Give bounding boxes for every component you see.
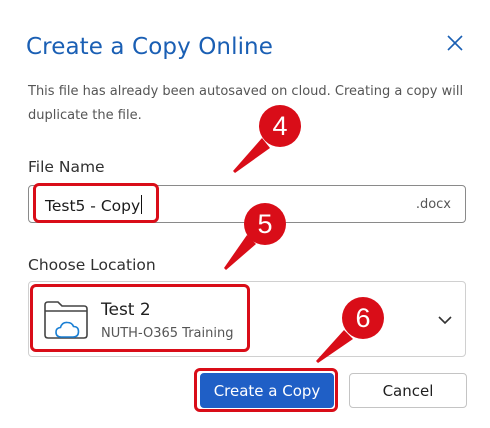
close-icon[interactable] [444, 32, 466, 54]
choose-location-label: Choose Location [28, 256, 156, 274]
cancel-button[interactable]: Cancel [349, 373, 467, 408]
file-extension: .docx [415, 197, 451, 212]
dialog-description: This file has already been autosaved on … [28, 84, 464, 123]
chevron-down-icon [438, 316, 452, 325]
text-caret [141, 195, 143, 214]
dialog-title: Create a Copy Online [26, 34, 273, 60]
create-copy-dialog: Create a Copy Online This file has alrea… [0, 0, 490, 428]
create-copy-button[interactable]: Create a Copy [200, 373, 334, 408]
file-name-value-wrap: Test5 - Copy [45, 195, 143, 215]
location-subtitle: NUTH-O365 Training [101, 326, 234, 341]
step-marker-4: 4 [259, 105, 301, 147]
step-marker-5: 5 [244, 203, 286, 245]
location-dropdown[interactable]: Test 2 NUTH-O365 Training [28, 281, 466, 357]
location-name: Test 2 [101, 300, 151, 320]
step-marker-6: 6 [342, 297, 384, 339]
file-name-label: File Name [28, 158, 105, 176]
file-name-value: Test5 - Copy [45, 197, 141, 215]
folder-cloud-icon [44, 301, 88, 339]
